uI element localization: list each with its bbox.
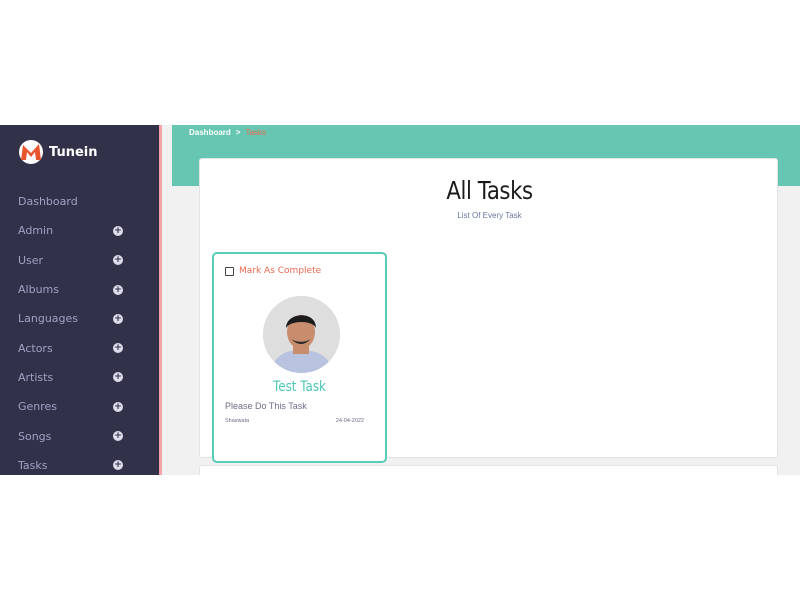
breadcrumb-current: Tasks	[245, 128, 266, 137]
mark-complete-control[interactable]: Mark As Complete	[225, 266, 321, 276]
sidebar-nav: Dashboard Admin + User + Albums + Langua…	[0, 187, 159, 475]
task-author: Shaswata	[225, 418, 250, 424]
task-card[interactable]: Mark As Complete Test Task Please Do Thi…	[212, 252, 387, 463]
sidebar-item-label: Tasks	[18, 458, 48, 472]
avatar	[263, 296, 340, 373]
sidebar-item-label: Actors	[18, 341, 53, 355]
sidebar: Tunein Dashboard Admin + User + Albums +…	[0, 125, 159, 475]
mark-complete-label[interactable]: Mark As Complete	[239, 266, 321, 276]
plus-circle-icon[interactable]: +	[113, 284, 123, 295]
sidebar-item-label: Dashboard	[18, 195, 78, 209]
sidebar-item-tasks[interactable]: Tasks +	[0, 451, 159, 475]
tasks-panel: All Tasks List Of Every Task Mark As Com…	[199, 158, 778, 463]
page-subtitle: List Of Every Task	[457, 211, 522, 220]
sidebar-item-albums[interactable]: Albums +	[0, 275, 159, 304]
sidebar-item-songs[interactable]: Songs +	[0, 421, 159, 450]
breadcrumb-separator: >	[235, 128, 241, 137]
sidebar-item-label: Languages	[18, 312, 79, 326]
task-date: 24-04-2022	[335, 418, 364, 424]
sidebar-item-label: Artists	[18, 370, 54, 384]
brand-name: Tunein	[49, 144, 98, 160]
plus-circle-icon[interactable]: +	[113, 401, 123, 412]
tunein-logo-icon	[19, 140, 43, 164]
sidebar-item-genres[interactable]: Genres +	[0, 392, 159, 421]
sidebar-item-label: Albums	[18, 283, 59, 297]
checkbox-icon[interactable]	[225, 266, 234, 276]
app-viewport: Tunein Dashboard Admin + User + Albums +…	[0, 125, 800, 475]
plus-circle-icon[interactable]: +	[113, 225, 123, 236]
sidebar-item-label: Genres	[18, 400, 58, 414]
sidebar-item-user[interactable]: User +	[0, 246, 159, 275]
task-description: Please Do This Task	[225, 401, 307, 411]
sidebar-item-label: Admin	[18, 224, 54, 238]
breadcrumb: Dashboard > Tasks	[189, 128, 266, 137]
plus-circle-icon[interactable]: +	[113, 372, 123, 383]
sidebar-item-dashboard[interactable]: Dashboard	[0, 187, 159, 216]
sidebar-item-label: Songs	[18, 429, 52, 443]
sidebar-item-label: User	[18, 253, 44, 267]
sidebar-item-artists[interactable]: Artists +	[0, 363, 159, 392]
breadcrumb-root[interactable]: Dashboard	[189, 128, 231, 137]
secondary-panel	[199, 465, 778, 475]
sidebar-item-actors[interactable]: Actors +	[0, 333, 159, 362]
plus-circle-icon[interactable]: +	[113, 431, 123, 442]
sidebar-item-languages[interactable]: Languages +	[0, 304, 159, 333]
brand[interactable]: Tunein	[19, 139, 97, 165]
plus-circle-icon[interactable]: +	[113, 313, 123, 324]
sidebar-item-admin[interactable]: Admin +	[0, 216, 159, 245]
plus-circle-icon[interactable]: +	[113, 255, 123, 266]
sidebar-edge	[159, 125, 162, 475]
plus-circle-icon[interactable]: +	[113, 343, 123, 354]
plus-circle-icon[interactable]: +	[113, 460, 123, 471]
user-avatar-icon	[263, 296, 340, 373]
page-title: All Tasks	[446, 176, 533, 205]
task-title: Test Task	[273, 379, 326, 395]
